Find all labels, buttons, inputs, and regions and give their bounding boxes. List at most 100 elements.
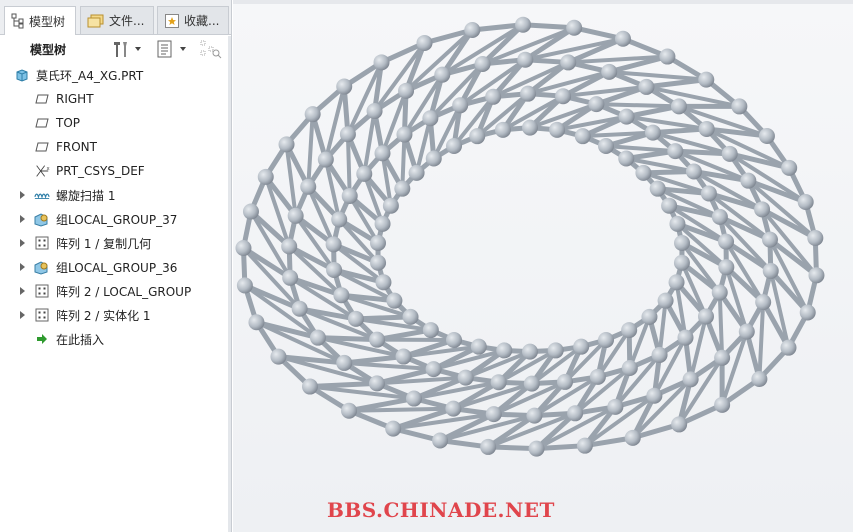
tree-filter-icon <box>200 40 222 59</box>
lattice-strut <box>594 102 681 109</box>
lattice-node <box>635 164 652 181</box>
lattice-node <box>758 127 775 144</box>
lattice-node <box>257 168 274 185</box>
tree-settings-button[interactable] <box>111 39 143 59</box>
lattice-node <box>618 150 635 167</box>
folder-icon <box>87 14 104 27</box>
lattice-strut <box>306 112 315 189</box>
tree-item-right[interactable]: RIGHT <box>0 88 229 110</box>
expand-arrow-icon[interactable] <box>19 214 27 224</box>
lattice-node <box>301 378 318 395</box>
tree-item-csys[interactable]: x PRT_CSYS_DEF <box>0 160 229 182</box>
lattice-strut <box>307 380 380 390</box>
tree-item-label: 阵列 2 / LOCAL_GROUP <box>56 284 192 299</box>
tab-label: 文件... <box>109 14 145 28</box>
tree-item-insert-here[interactable]: 在此插入 <box>0 328 229 350</box>
favorites-icon <box>165 13 179 28</box>
tree-item-label: 组LOCAL_GROUP_36 <box>56 260 178 275</box>
lattice-node <box>281 238 298 255</box>
lattice-node <box>369 331 386 348</box>
lattice-node <box>669 215 686 232</box>
tab-model-tree[interactable]: 模型树 <box>4 6 76 35</box>
lattice-node <box>573 338 590 355</box>
lattice-node <box>754 201 771 218</box>
lattice-strut <box>643 77 709 90</box>
lattice-strut <box>650 126 710 136</box>
tree-item-top[interactable]: TOP <box>0 112 229 134</box>
lattice-node <box>291 300 308 317</box>
lattice-node <box>607 398 624 415</box>
tab-files[interactable]: 文件... <box>80 6 154 34</box>
lattice-node <box>651 346 668 363</box>
lattice-node <box>589 368 606 385</box>
lattice-node <box>235 240 252 257</box>
lattice-node <box>474 55 491 72</box>
tree-settings-icon <box>114 42 141 57</box>
datum-plane-icon <box>34 115 50 131</box>
lattice-node <box>621 322 638 339</box>
lattice-strut <box>353 314 414 322</box>
lattice-node <box>242 203 259 220</box>
lattice-strut <box>757 300 766 381</box>
expand-arrow-icon[interactable] <box>19 190 27 200</box>
lattice-node <box>528 440 545 457</box>
lattice-node <box>470 338 487 355</box>
torus-lattice-model[interactable] <box>233 0 853 532</box>
lattice-node <box>670 98 687 115</box>
lattice-strut <box>400 132 407 191</box>
group-icon <box>34 259 50 275</box>
lattice-node <box>567 405 584 422</box>
lattice-node <box>496 342 513 359</box>
tree-item-helical-sweep[interactable]: 螺旋扫描 1 <box>0 184 229 206</box>
lattice-node <box>395 348 412 365</box>
graphics-viewport[interactable]: BBS.CHINADE.NET <box>233 0 853 532</box>
tree-item-pattern-2-solidify[interactable]: 阵列 2 / 实体化 1 <box>0 304 229 326</box>
panel-tabs: 模型树 文件... 收藏... <box>0 0 231 35</box>
watermark: BBS.CHINADE.NET <box>327 498 555 522</box>
lattice-node <box>711 208 728 225</box>
lattice-node <box>408 164 425 181</box>
expand-arrow-icon[interactable] <box>19 286 27 296</box>
lattice-node <box>673 254 690 271</box>
tree-item-group-37[interactable]: 组LOCAL_GROUP_37 <box>0 208 229 230</box>
lattice-node <box>618 108 635 125</box>
lattice-node <box>434 66 451 83</box>
tree-item-group-36[interactable]: 组LOCAL_GROUP_36 <box>0 256 229 278</box>
expand-arrow-icon[interactable] <box>19 238 27 248</box>
tree-columns-button[interactable] <box>155 39 189 59</box>
lattice-node <box>515 16 532 33</box>
tree-item-label: 螺旋扫描 1 <box>56 188 116 203</box>
lattice-node <box>556 373 573 390</box>
tab-favorites[interactable]: 收藏... <box>157 6 229 34</box>
tree-root-part[interactable]: 莫氏环_A4_XG.PRT <box>0 64 229 86</box>
lattice-node <box>248 314 265 331</box>
lattice-node <box>547 342 564 359</box>
lattice-node <box>697 308 714 325</box>
lattice-node <box>374 145 391 162</box>
lattice-node <box>638 78 655 95</box>
tree-item-front[interactable]: FRONT <box>0 136 229 158</box>
lattice-node <box>370 235 386 251</box>
lattice-node <box>416 34 433 51</box>
expand-arrow-icon[interactable] <box>19 310 27 320</box>
lattice-node <box>522 343 538 360</box>
lattice-node <box>517 51 534 68</box>
tree-item-pattern-2-group[interactable]: 阵列 2 / LOCAL_GROUP <box>0 280 229 302</box>
expand-arrow-icon[interactable] <box>19 262 27 272</box>
lattice-strut <box>624 103 682 120</box>
lattice-node <box>336 354 353 371</box>
lattice-node <box>402 308 419 325</box>
lattice-node <box>270 348 287 365</box>
lattice-node <box>718 259 735 276</box>
lattice-node <box>588 96 605 113</box>
lattice-node <box>751 370 768 387</box>
lattice-node <box>385 420 402 437</box>
lattice-node <box>738 323 755 340</box>
tree-item-pattern-1[interactable]: 阵列 1 / 复制几何 <box>0 232 229 254</box>
lattice-node <box>485 88 502 105</box>
lattice-node <box>685 163 702 180</box>
tree-filter-button[interactable] <box>199 39 223 59</box>
lattice-node <box>661 197 678 214</box>
lattice-node <box>485 406 502 423</box>
lattice-node <box>808 267 825 284</box>
